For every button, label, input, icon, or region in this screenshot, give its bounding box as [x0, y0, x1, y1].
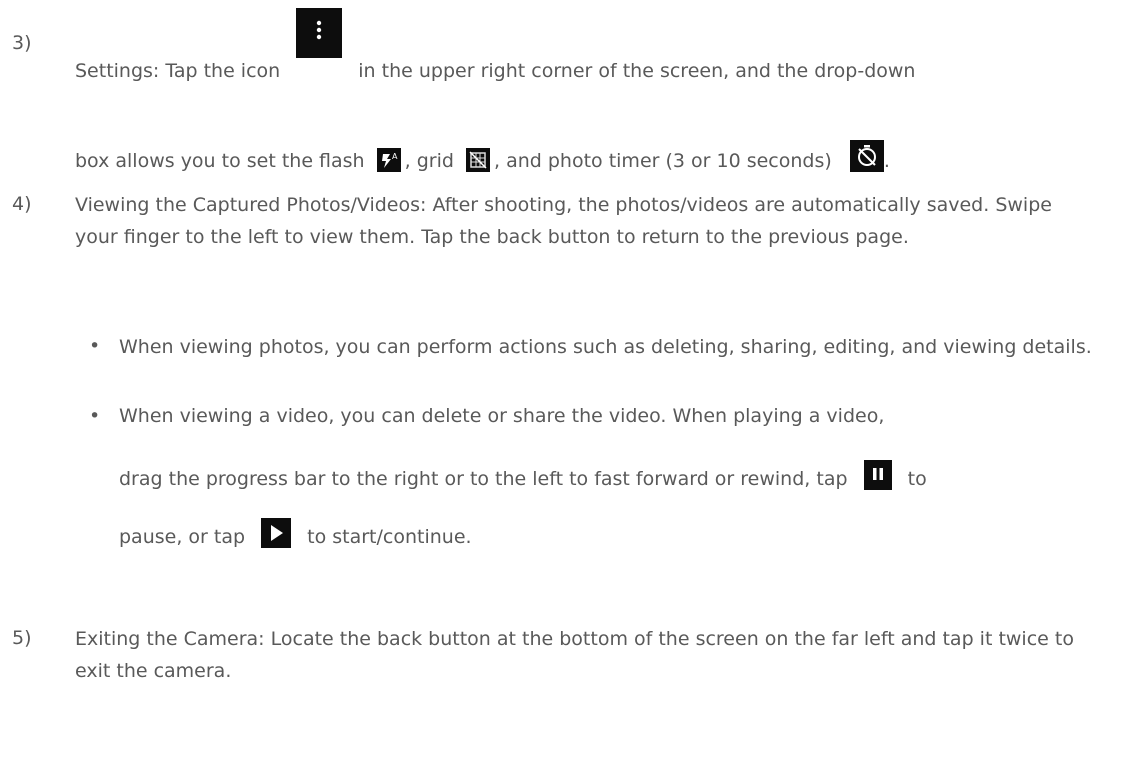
pause-icon	[863, 460, 892, 490]
step-3-line-1: Settings: Tap the icon in the upper righ…	[75, 8, 915, 82]
bullet-2-text-2a: drag the progress bar to the right or to…	[119, 468, 848, 490]
step-3-text-4: , grid	[404, 150, 454, 172]
bullet-2-text-2b: to	[907, 468, 927, 490]
step-4-number: 4)	[12, 193, 32, 215]
step-3-line-2: box allows you to set the flash A , grid…	[75, 140, 890, 172]
step-4-text: Viewing the Captured Photos/Videos: Afte…	[75, 194, 1052, 248]
step-3-text-2: in the upper right corner of the screen,…	[358, 60, 916, 82]
step-3-text-6: .	[883, 150, 890, 172]
step-3-text-3: box allows you to set the flash	[75, 150, 365, 172]
bullet-2-text-3b: to start/continue.	[307, 526, 472, 548]
flash-auto-icon: A	[376, 148, 401, 172]
play-icon	[261, 518, 292, 548]
svg-text:A: A	[392, 152, 398, 161]
bullet-1-text: When viewing photos, you can perform act…	[119, 336, 1092, 358]
grid-off-icon	[466, 148, 490, 172]
step-3-text-5: , and photo timer (3 or 10 seconds)	[494, 150, 832, 172]
bullet-2-line-1: When viewing a video, you can delete or …	[119, 405, 885, 427]
more-vertical-icon	[296, 8, 343, 58]
bullet-2-marker: •	[89, 405, 101, 427]
timer-off-icon	[849, 140, 884, 172]
bullet-1-marker: •	[89, 335, 101, 357]
step-5-number: 5)	[12, 627, 32, 649]
bullet-2-line-3: pause, or tap to start/continue.	[119, 518, 472, 548]
bullet-2-text-3a: pause, or tap	[119, 526, 246, 548]
step-3-text-1: Settings: Tap the icon	[75, 60, 281, 82]
step-5-text: Exiting the Camera: Locate the back butt…	[75, 628, 1074, 682]
bullet-2-line-2: drag the progress bar to the right or to…	[119, 460, 927, 490]
step-3-number: 3)	[12, 32, 32, 54]
